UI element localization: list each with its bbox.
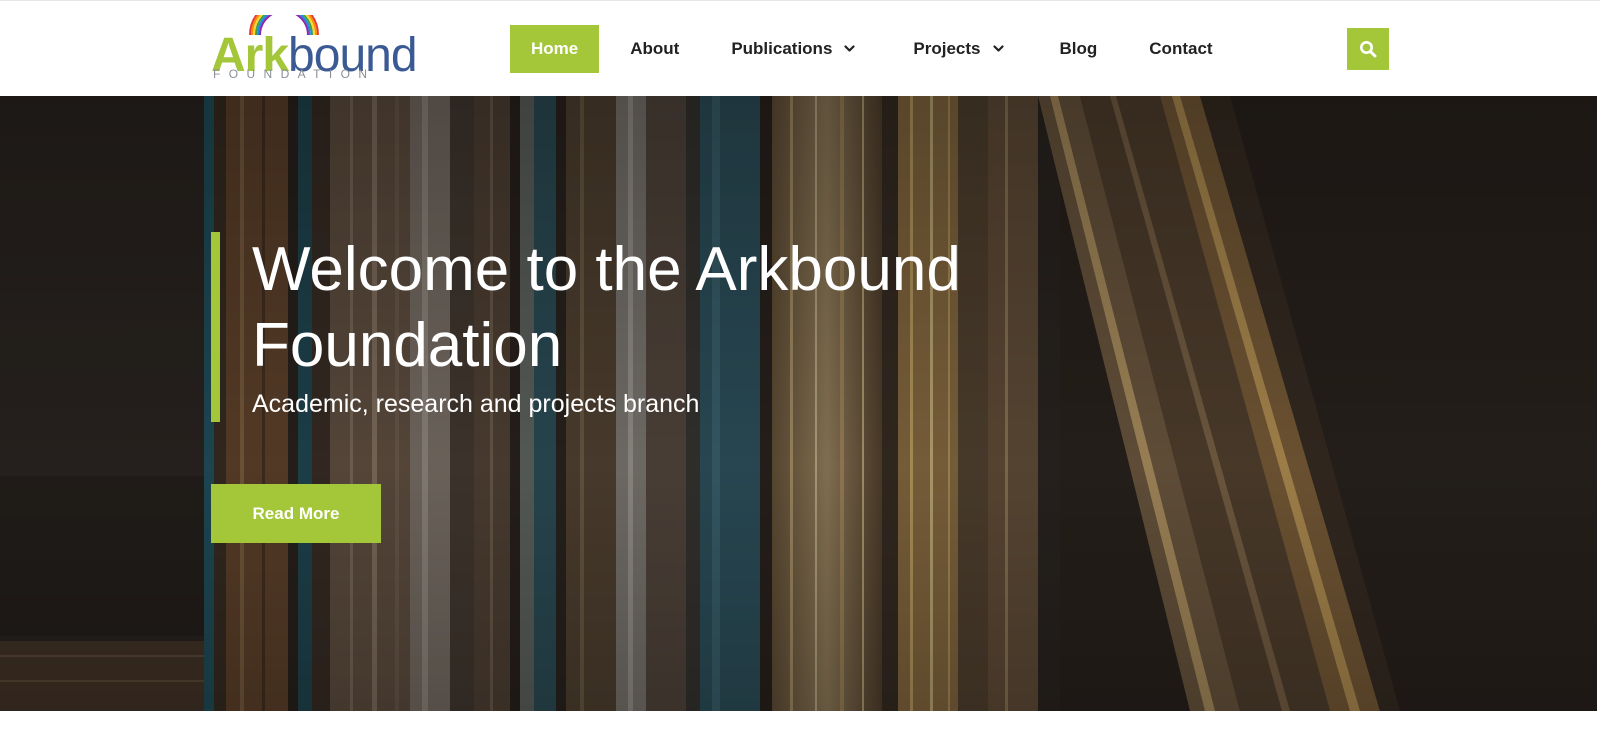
- nav-item-label: Publications: [731, 39, 833, 58]
- hero-section: Welcome to the Arkbound Foundation Acade…: [0, 96, 1597, 711]
- site-header: Arkbound FOUNDATION Home About Publicati…: [0, 0, 1600, 96]
- search-icon: [1360, 41, 1377, 58]
- search-button[interactable]: [1347, 28, 1389, 70]
- hero-subtitle: Academic, research and projects branch: [252, 390, 700, 418]
- nav-item-blog[interactable]: Blog: [1039, 25, 1119, 73]
- nav-item-projects[interactable]: Projects: [892, 25, 1024, 73]
- nav-item-label: Projects: [913, 39, 981, 58]
- nav-item-label: About: [630, 39, 680, 58]
- nav-item-label: Blog: [1059, 39, 1098, 58]
- hero-overlay: [0, 96, 1597, 711]
- hero-accent-bar: [211, 232, 220, 422]
- chevron-down-icon[interactable]: [992, 45, 1004, 53]
- logo-subtitle: FOUNDATION: [213, 67, 376, 81]
- nav-item-publications[interactable]: Publications: [710, 25, 876, 73]
- page-bottom: [0, 711, 1600, 731]
- main-nav: Home About Publications Projects Blog Co…: [510, 25, 1234, 73]
- nav-item-home[interactable]: Home: [510, 25, 600, 73]
- nav-item-label: Home: [531, 39, 579, 58]
- nav-item-contact[interactable]: Contact: [1128, 25, 1233, 73]
- chevron-down-icon[interactable]: [844, 45, 856, 53]
- hero-title: Welcome to the Arkbound Foundation: [252, 235, 961, 380]
- site-logo[interactable]: Arkbound FOUNDATION: [210, 15, 418, 85]
- read-more-button[interactable]: Read More: [211, 484, 381, 543]
- nav-item-label: Contact: [1149, 39, 1213, 58]
- nav-item-about[interactable]: About: [609, 25, 700, 73]
